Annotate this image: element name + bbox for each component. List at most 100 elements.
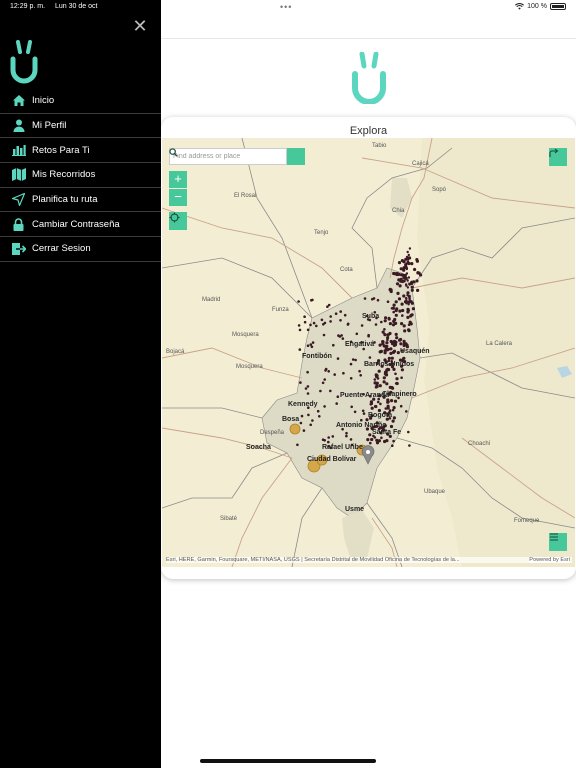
trip-point [358, 369, 361, 373]
place-label: Ubaque [424, 489, 446, 495]
trip-point [390, 385, 394, 390]
place-label: Despeña [260, 430, 285, 436]
legend-button[interactable] [549, 533, 567, 551]
place-label: Kennedy [288, 401, 318, 408]
trip-point [416, 288, 420, 292]
trip-point [319, 389, 322, 393]
trip-point [346, 323, 350, 326]
trip-point [415, 259, 419, 263]
trip-point [392, 406, 396, 410]
place-label: Mosquera [232, 332, 259, 338]
sidebar-item-mi-perfil[interactable]: Mi Perfil [0, 114, 161, 139]
trip-point [297, 324, 301, 327]
sidebar-item-inicio[interactable]: Inicio [0, 89, 161, 114]
trip-point [399, 277, 403, 281]
trip-point [392, 340, 395, 344]
home-indicator[interactable] [200, 759, 376, 763]
trip-point [309, 323, 312, 327]
trip-point [386, 404, 390, 408]
trip-point [402, 294, 406, 298]
trip-point [341, 337, 345, 340]
trip-point [310, 299, 313, 302]
zoom-in-button[interactable]: + [169, 171, 187, 188]
place-label: Choachí [468, 441, 491, 447]
sidebar-item-label: Cambiar Contraseña [32, 218, 120, 230]
sidebar-item-cambiar-contrasena[interactable]: Cambiar Contraseña [0, 212, 161, 238]
trip-point [327, 303, 331, 307]
trip-point [299, 421, 303, 425]
trip-point [413, 267, 417, 272]
battery-icon [550, 3, 566, 10]
trip-point [407, 328, 411, 332]
trip-point [396, 291, 400, 295]
lock-icon [11, 217, 26, 232]
trip-point [306, 328, 310, 332]
zoom-out-button[interactable]: − [169, 189, 187, 206]
trip-point [362, 347, 365, 351]
wifi-icon [515, 3, 525, 10]
trip-point [401, 314, 404, 317]
trip-point [389, 424, 394, 429]
trip-point [407, 309, 411, 312]
trip-point [373, 436, 377, 439]
trip-point [332, 343, 335, 347]
search-input[interactable] [169, 148, 287, 165]
trip-point [392, 343, 396, 347]
map-icon [11, 167, 26, 182]
sidebar-item-retos[interactable]: Retos Para Ti [0, 138, 161, 164]
trip-point [387, 356, 391, 360]
place-label: Rafael Uribe [322, 444, 363, 451]
trip-point [387, 347, 390, 351]
trip-point [406, 258, 410, 261]
trip-point [393, 399, 398, 403]
trip-point [406, 260, 409, 263]
close-icon[interactable]: ✕ [131, 17, 149, 35]
trip-point [329, 320, 332, 323]
map-view[interactable]: Cajicá Tabio Chia El Rosal Tenjo Sopó Cota Madr… [162, 138, 575, 567]
trip-point [407, 303, 410, 306]
sidebar-item-cerrar-sesion[interactable]: Cerrar Sesion [0, 237, 161, 262]
trip-point [391, 350, 396, 354]
place-label: Bojacá [166, 349, 185, 355]
map-canvas[interactable]: Cajicá Tabio Chia El Rosal Tenjo Sopó Cota Madr… [162, 138, 575, 567]
trip-point [323, 405, 326, 408]
trip-point [384, 316, 388, 320]
sidebar-item-planifica[interactable]: Planifica tu ruta [0, 188, 161, 213]
trip-point [398, 284, 402, 288]
trip-point [298, 328, 302, 332]
place-label: Bogotá [368, 412, 392, 419]
trip-point [392, 303, 396, 307]
trip-point [383, 370, 387, 374]
sidebar-logo [10, 40, 38, 84]
trip-point [335, 402, 338, 405]
trip-point [362, 412, 366, 415]
trip-point [296, 443, 299, 447]
bar-chart-icon [11, 143, 26, 158]
powered-by-link[interactable]: Powered by Esri [529, 557, 570, 563]
trip-point [329, 389, 332, 393]
trip-point [338, 335, 342, 338]
trip-point [407, 323, 411, 326]
trip-point [329, 315, 332, 318]
trip-point [399, 267, 403, 271]
trip-point [321, 438, 325, 442]
trip-point [382, 380, 386, 384]
trip-point [395, 336, 399, 340]
sidebar-item-mis-recorridos[interactable]: Mis Recorridos [0, 163, 161, 188]
trip-point [298, 348, 302, 351]
place-label: Chapinero [382, 391, 417, 398]
place-label: Cajicá [412, 161, 429, 167]
search-button[interactable] [169, 148, 305, 165]
place-label: Madrid [202, 297, 220, 303]
trip-point [322, 333, 326, 337]
place-label: Fontibón [302, 353, 332, 360]
card-title: Explora [349, 125, 388, 137]
trip-point [394, 372, 397, 376]
share-button[interactable] [549, 148, 567, 166]
locate-button[interactable] [169, 212, 187, 230]
place-label: Tabio [372, 143, 387, 149]
place-label: Ciudad Bolívar [307, 456, 357, 463]
multitasking-dots-icon[interactable]: ••• [280, 2, 292, 12]
trip-point [369, 403, 373, 406]
trip-point [323, 321, 327, 325]
